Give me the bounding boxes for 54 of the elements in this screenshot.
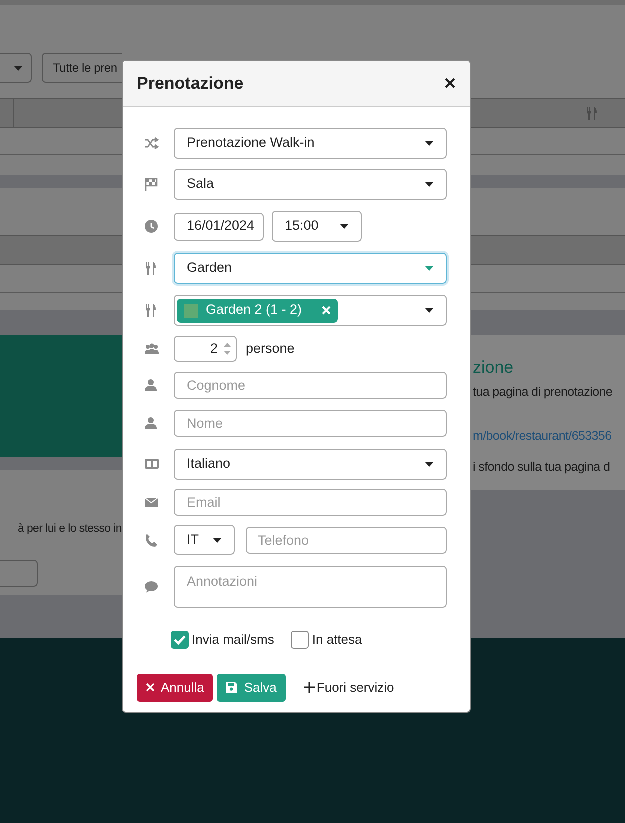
input-field[interactable]: Cognome (174, 372, 447, 399)
guests-field[interactable]: 2 (174, 336, 237, 362)
user-icon (145, 379, 159, 392)
phone-icon (145, 534, 159, 546)
checkbox-label: In attesa (312, 631, 362, 649)
description-text: à per lui e lo stesso in (16, 522, 122, 537)
select-field[interactable]: Garden (174, 253, 447, 284)
select-field[interactable]: Italiano (174, 449, 447, 480)
envelope-icon (145, 496, 159, 509)
section-title: zione (473, 357, 515, 379)
remove-icon[interactable] (322, 306, 332, 315)
comment-icon (145, 580, 159, 594)
caret-icon (425, 462, 434, 467)
country-select[interactable]: IT (174, 525, 235, 555)
utensils-icon (586, 106, 598, 120)
caret-icon (425, 308, 434, 313)
checkbox[interactable] (291, 630, 310, 649)
utensils-icon (145, 304, 159, 317)
select-field[interactable]: Sala (174, 169, 447, 200)
filter-select[interactable] (0, 53, 32, 83)
guests-label: persone (246, 340, 295, 358)
input-field[interactable]: Email (174, 489, 447, 516)
info-text: i sfondo sulla tua pagina d (473, 458, 612, 476)
date-field[interactable]: 16/01/2024 (174, 212, 264, 240)
info-text: tua pagina di prenotazione (473, 384, 614, 401)
cancel-button[interactable]: Annulla (137, 674, 214, 702)
caret-icon (340, 224, 349, 229)
caret-icon (425, 182, 434, 187)
flag-icon (145, 178, 159, 191)
close-icon (146, 683, 155, 692)
utensils-icon (145, 262, 159, 275)
input-field[interactable]: Nome (174, 410, 447, 437)
dialog-title: Prenotazione (137, 72, 244, 95)
users-icon (145, 342, 159, 356)
plus-icon (304, 682, 315, 693)
checkbox[interactable] (171, 630, 189, 649)
clock-icon (145, 220, 159, 233)
user-icon (145, 417, 159, 430)
id-card-icon (145, 458, 159, 471)
time-select[interactable]: 15:00 (272, 211, 362, 242)
caret-icon (14, 66, 23, 70)
phone-field[interactable]: Telefono (246, 526, 447, 554)
caret-icon (425, 141, 434, 146)
color-swatch (184, 304, 198, 318)
checkbox-label: Invia mail/sms (192, 631, 274, 649)
shuffle-icon (145, 137, 159, 150)
close-button[interactable]: × (444, 74, 456, 94)
caret-icon (213, 538, 222, 542)
select-field[interactable]: Prenotazione Walk-in (174, 128, 447, 159)
out-of-service-button[interactable]: Fuori servizio (304, 674, 394, 702)
filter-button[interactable]: Tutte le pren (42, 53, 122, 83)
spinner-icon[interactable] (224, 342, 231, 356)
notes-field[interactable]: Annotazioni (174, 566, 447, 608)
text-field[interactable] (0, 560, 38, 588)
